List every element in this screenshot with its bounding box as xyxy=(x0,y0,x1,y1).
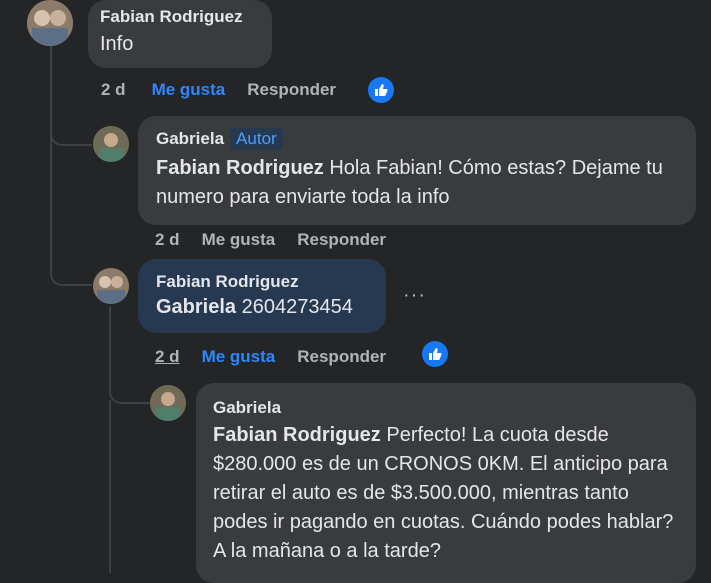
comment-author[interactable]: Gabriela xyxy=(213,397,678,419)
comment-time[interactable]: 2 d xyxy=(155,230,180,250)
comment-text: Fabian Rodriguez Perfecto! La cuota desd… xyxy=(213,421,678,566)
reply-button[interactable]: Responder xyxy=(247,80,336,100)
avatar[interactable] xyxy=(150,385,186,421)
comment-author-row: Gabriela Autor xyxy=(156,128,684,150)
comment-author[interactable]: Gabriela xyxy=(156,129,224,148)
comment-body: 2604273454 xyxy=(236,296,353,318)
comment-time[interactable]: 2 d xyxy=(155,347,180,367)
mention-link[interactable]: Fabian Rodriguez xyxy=(156,157,324,179)
comment-text: Fabian Rodriguez Hola Fabian! Cómo estas… xyxy=(156,154,684,212)
comment-bubble-highlighted: Fabian Rodriguez Gabriela 2604273454 xyxy=(138,259,386,333)
reply-button[interactable]: Responder xyxy=(297,347,386,367)
comment-time[interactable]: 2 d xyxy=(101,80,126,100)
comment-author[interactable]: Fabian Rodriguez xyxy=(100,6,260,28)
reply-button[interactable]: Responder xyxy=(297,230,386,250)
avatar[interactable] xyxy=(93,268,129,304)
mention-link[interactable]: Gabriela xyxy=(156,296,236,318)
like-button[interactable]: Me gusta xyxy=(202,347,276,367)
mention-link[interactable]: Fabian Rodriguez xyxy=(213,424,381,446)
comment-actions: 2 d Me gusta Responder xyxy=(155,347,408,367)
like-button[interactable]: Me gusta xyxy=(152,80,226,100)
like-reaction-icon[interactable] xyxy=(422,341,448,367)
thread-line-nested-tail xyxy=(109,400,111,573)
comment-text: Info xyxy=(100,33,134,55)
comment-bubble: Gabriela Fabian Rodriguez Perfecto! La c… xyxy=(196,383,696,583)
comment-actions: 2 d Me gusta Responder xyxy=(101,80,358,100)
like-reaction-icon[interactable] xyxy=(368,77,394,103)
comment-text: Gabriela 2604273454 xyxy=(156,293,374,322)
like-button[interactable]: Me gusta xyxy=(202,230,276,250)
avatar[interactable] xyxy=(93,126,129,162)
thread-line-main xyxy=(50,46,92,286)
comment-bubble: Fabian Rodriguez Info xyxy=(88,0,272,68)
comment-actions: 2 d Me gusta Responder xyxy=(155,230,408,250)
comment-bubble: Gabriela Autor Fabian Rodriguez Hola Fabi… xyxy=(138,116,696,225)
comment-author[interactable]: Fabian Rodriguez xyxy=(156,271,374,293)
thread-line-branch xyxy=(50,130,92,146)
author-badge: Autor xyxy=(230,128,283,150)
more-options-icon[interactable]: ··· xyxy=(403,284,426,307)
avatar[interactable] xyxy=(27,0,73,46)
